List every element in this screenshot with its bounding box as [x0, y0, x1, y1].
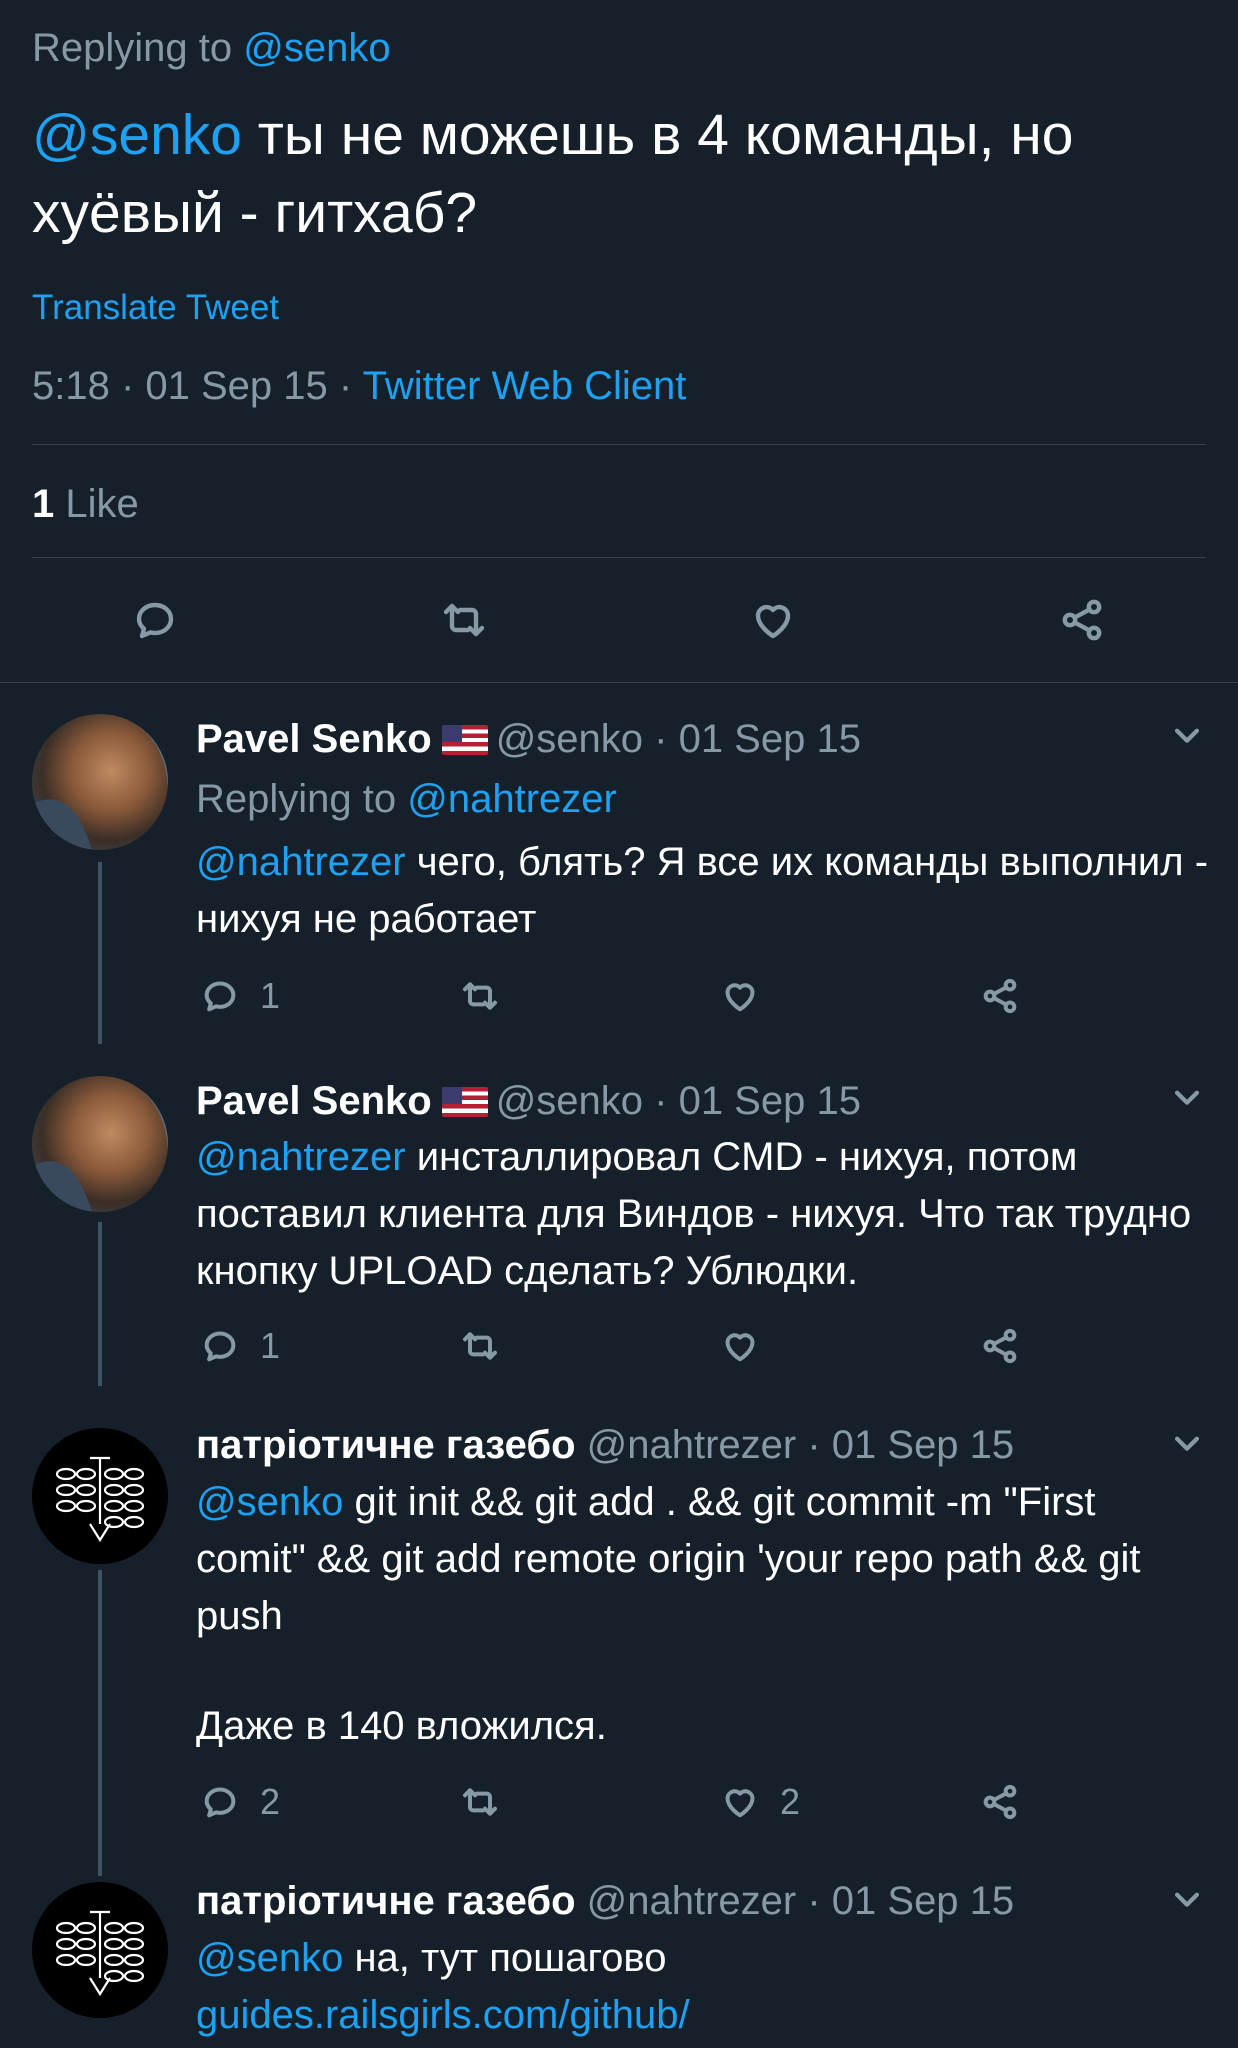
retweet-button[interactable]	[460, 1322, 500, 1370]
like-button[interactable]	[720, 1322, 780, 1370]
avatar-logo	[55, 1456, 145, 1543]
tweet-timestamp: 5:18 · 01 Sep 15 ·	[32, 364, 363, 408]
likes-label: Like	[65, 482, 139, 526]
heart-icon	[725, 1333, 755, 1362]
reply-button[interactable]	[127, 592, 183, 648]
share-button[interactable]	[1054, 592, 1110, 648]
mention-link[interactable]: @senko	[196, 1936, 343, 1980]
reply-header: Pavel Senko @senko · 01 Sep 15	[196, 714, 861, 764]
share-button[interactable]	[980, 972, 1020, 1020]
display-name[interactable]: патріотичне газебо	[196, 1879, 576, 1923]
retweet-button[interactable]	[460, 972, 500, 1020]
replying-handle-link[interactable]: @nahtrezer	[407, 777, 617, 821]
share-icon	[1062, 599, 1102, 641]
chevron-down-icon	[1174, 1090, 1200, 1105]
likes-count: 1	[32, 482, 55, 526]
reply-header: патріотичне газебо @nahtrezer · 01 Sep 1…	[196, 1420, 1014, 1470]
divider	[0, 682, 1238, 683]
chevron-down-icon	[1174, 1892, 1200, 1907]
share-button[interactable]	[980, 1322, 1020, 1370]
replying-prefix: Replying to	[32, 26, 233, 70]
mention-link[interactable]: @senko	[32, 103, 242, 167]
heart-icon	[725, 983, 755, 1012]
more-button[interactable]	[1170, 1426, 1204, 1460]
retweet-icon	[443, 603, 485, 637]
reply-text-2: Даже в 140 вложился.	[196, 1704, 607, 1748]
replying-prefix: Replying to	[196, 777, 397, 821]
translate-tweet-link[interactable]: Translate Tweet	[32, 284, 279, 332]
retweet-button[interactable]	[436, 592, 492, 648]
retweet-icon	[463, 1788, 497, 1816]
avatar-logo	[55, 1910, 145, 1997]
mention-link[interactable]: @nahtrezer	[196, 840, 406, 884]
heart-icon	[755, 604, 791, 639]
avatar[interactable]	[32, 1882, 168, 2018]
share-button[interactable]	[980, 1778, 1020, 1826]
chevron-down-icon	[1174, 1436, 1200, 1451]
avatar-photo	[32, 714, 168, 850]
reply-button[interactable]: 2	[200, 1778, 280, 1826]
avatar-photo	[32, 1076, 168, 1212]
retweet-icon	[463, 1332, 497, 1360]
reply-icon	[204, 1787, 236, 1818]
reply-count: 2	[260, 1781, 281, 1822]
replying-to: Replying to @nahtrezer	[196, 774, 617, 824]
more-button[interactable]	[1170, 718, 1204, 752]
reply-text: @senko на, тут пошагово guides.railsgirl…	[196, 1930, 1156, 2044]
divider	[32, 557, 1206, 558]
thread-line	[98, 1570, 102, 1876]
handle-date: @nahtrezer · 01 Sep 15	[586, 1879, 1015, 1923]
handle-date: @nahtrezer · 01 Sep 15	[586, 1423, 1015, 1467]
reply-header: патріотичне газебо @nahtrezer · 01 Sep 1…	[196, 1876, 1014, 1926]
reply-count: 1	[260, 975, 281, 1016]
heart-icon	[725, 1789, 755, 1818]
reply-icon	[204, 1331, 236, 1362]
reply-icon	[136, 602, 174, 639]
reply-text: @nahtrezer чего, блять? Я все их команды…	[196, 834, 1216, 948]
reply-button[interactable]: 1	[200, 1322, 280, 1370]
retweet-icon	[463, 982, 497, 1010]
share-icon	[983, 1328, 1017, 1364]
main-replying-to: Replying to @senko	[32, 20, 391, 76]
mention-link[interactable]: @senko	[196, 1480, 343, 1524]
like-button[interactable]	[745, 592, 801, 648]
handle-date: @senko · 01 Sep 15	[495, 717, 861, 761]
reply-text: @nahtrezer инсталлировал CMD - нихуя, по…	[196, 1129, 1216, 1300]
display-name[interactable]: Pavel Senko	[196, 717, 432, 761]
us-flag-icon	[441, 725, 488, 755]
reply-icon	[204, 981, 236, 1012]
like-count: 2	[780, 1781, 801, 1822]
likes-stat[interactable]: 1 Like	[32, 476, 139, 532]
reply-button[interactable]: 1	[200, 972, 280, 1020]
share-icon	[983, 978, 1017, 1014]
reply-body: на, тут пошагово	[343, 1936, 667, 1980]
avatar[interactable]	[32, 1428, 168, 1564]
main-tweet-text: @senko ты не можешь в 4 команды, но хуёв…	[32, 96, 1212, 252]
reply-text: @senko git init && git add . && git comm…	[196, 1474, 1216, 1645]
share-icon	[983, 1784, 1017, 1820]
handle-date: @senko · 01 Sep 15	[495, 1079, 861, 1123]
more-button[interactable]	[1170, 1080, 1204, 1114]
avatar[interactable]	[32, 714, 168, 850]
thread-line	[98, 862, 102, 1044]
display-name[interactable]: Pavel Senko	[196, 1079, 432, 1123]
client-link[interactable]: Twitter Web Client	[363, 364, 687, 408]
reply-header: Pavel Senko @senko · 01 Sep 15	[196, 1076, 861, 1126]
thread-line	[98, 1222, 102, 1386]
reply-count: 1	[260, 1325, 281, 1366]
like-button[interactable]	[720, 972, 780, 1020]
url-link[interactable]: guides.railsgirls.com/github/	[196, 1993, 690, 2037]
replying-handle-link[interactable]: @senko	[243, 26, 390, 70]
display-name[interactable]: патріотичне газебо	[196, 1423, 576, 1467]
chevron-down-icon	[1174, 728, 1200, 743]
avatar[interactable]	[32, 1076, 168, 1212]
tweet-meta: 5:18 · 01 Sep 15 · Twitter Web Client	[32, 358, 686, 414]
mention-link[interactable]: @nahtrezer	[196, 1135, 406, 1179]
retweet-button[interactable]	[460, 1778, 500, 1826]
us-flag-icon	[441, 1087, 488, 1117]
divider	[32, 444, 1206, 445]
more-button[interactable]	[1170, 1882, 1204, 1916]
like-button[interactable]: 2	[720, 1778, 800, 1826]
